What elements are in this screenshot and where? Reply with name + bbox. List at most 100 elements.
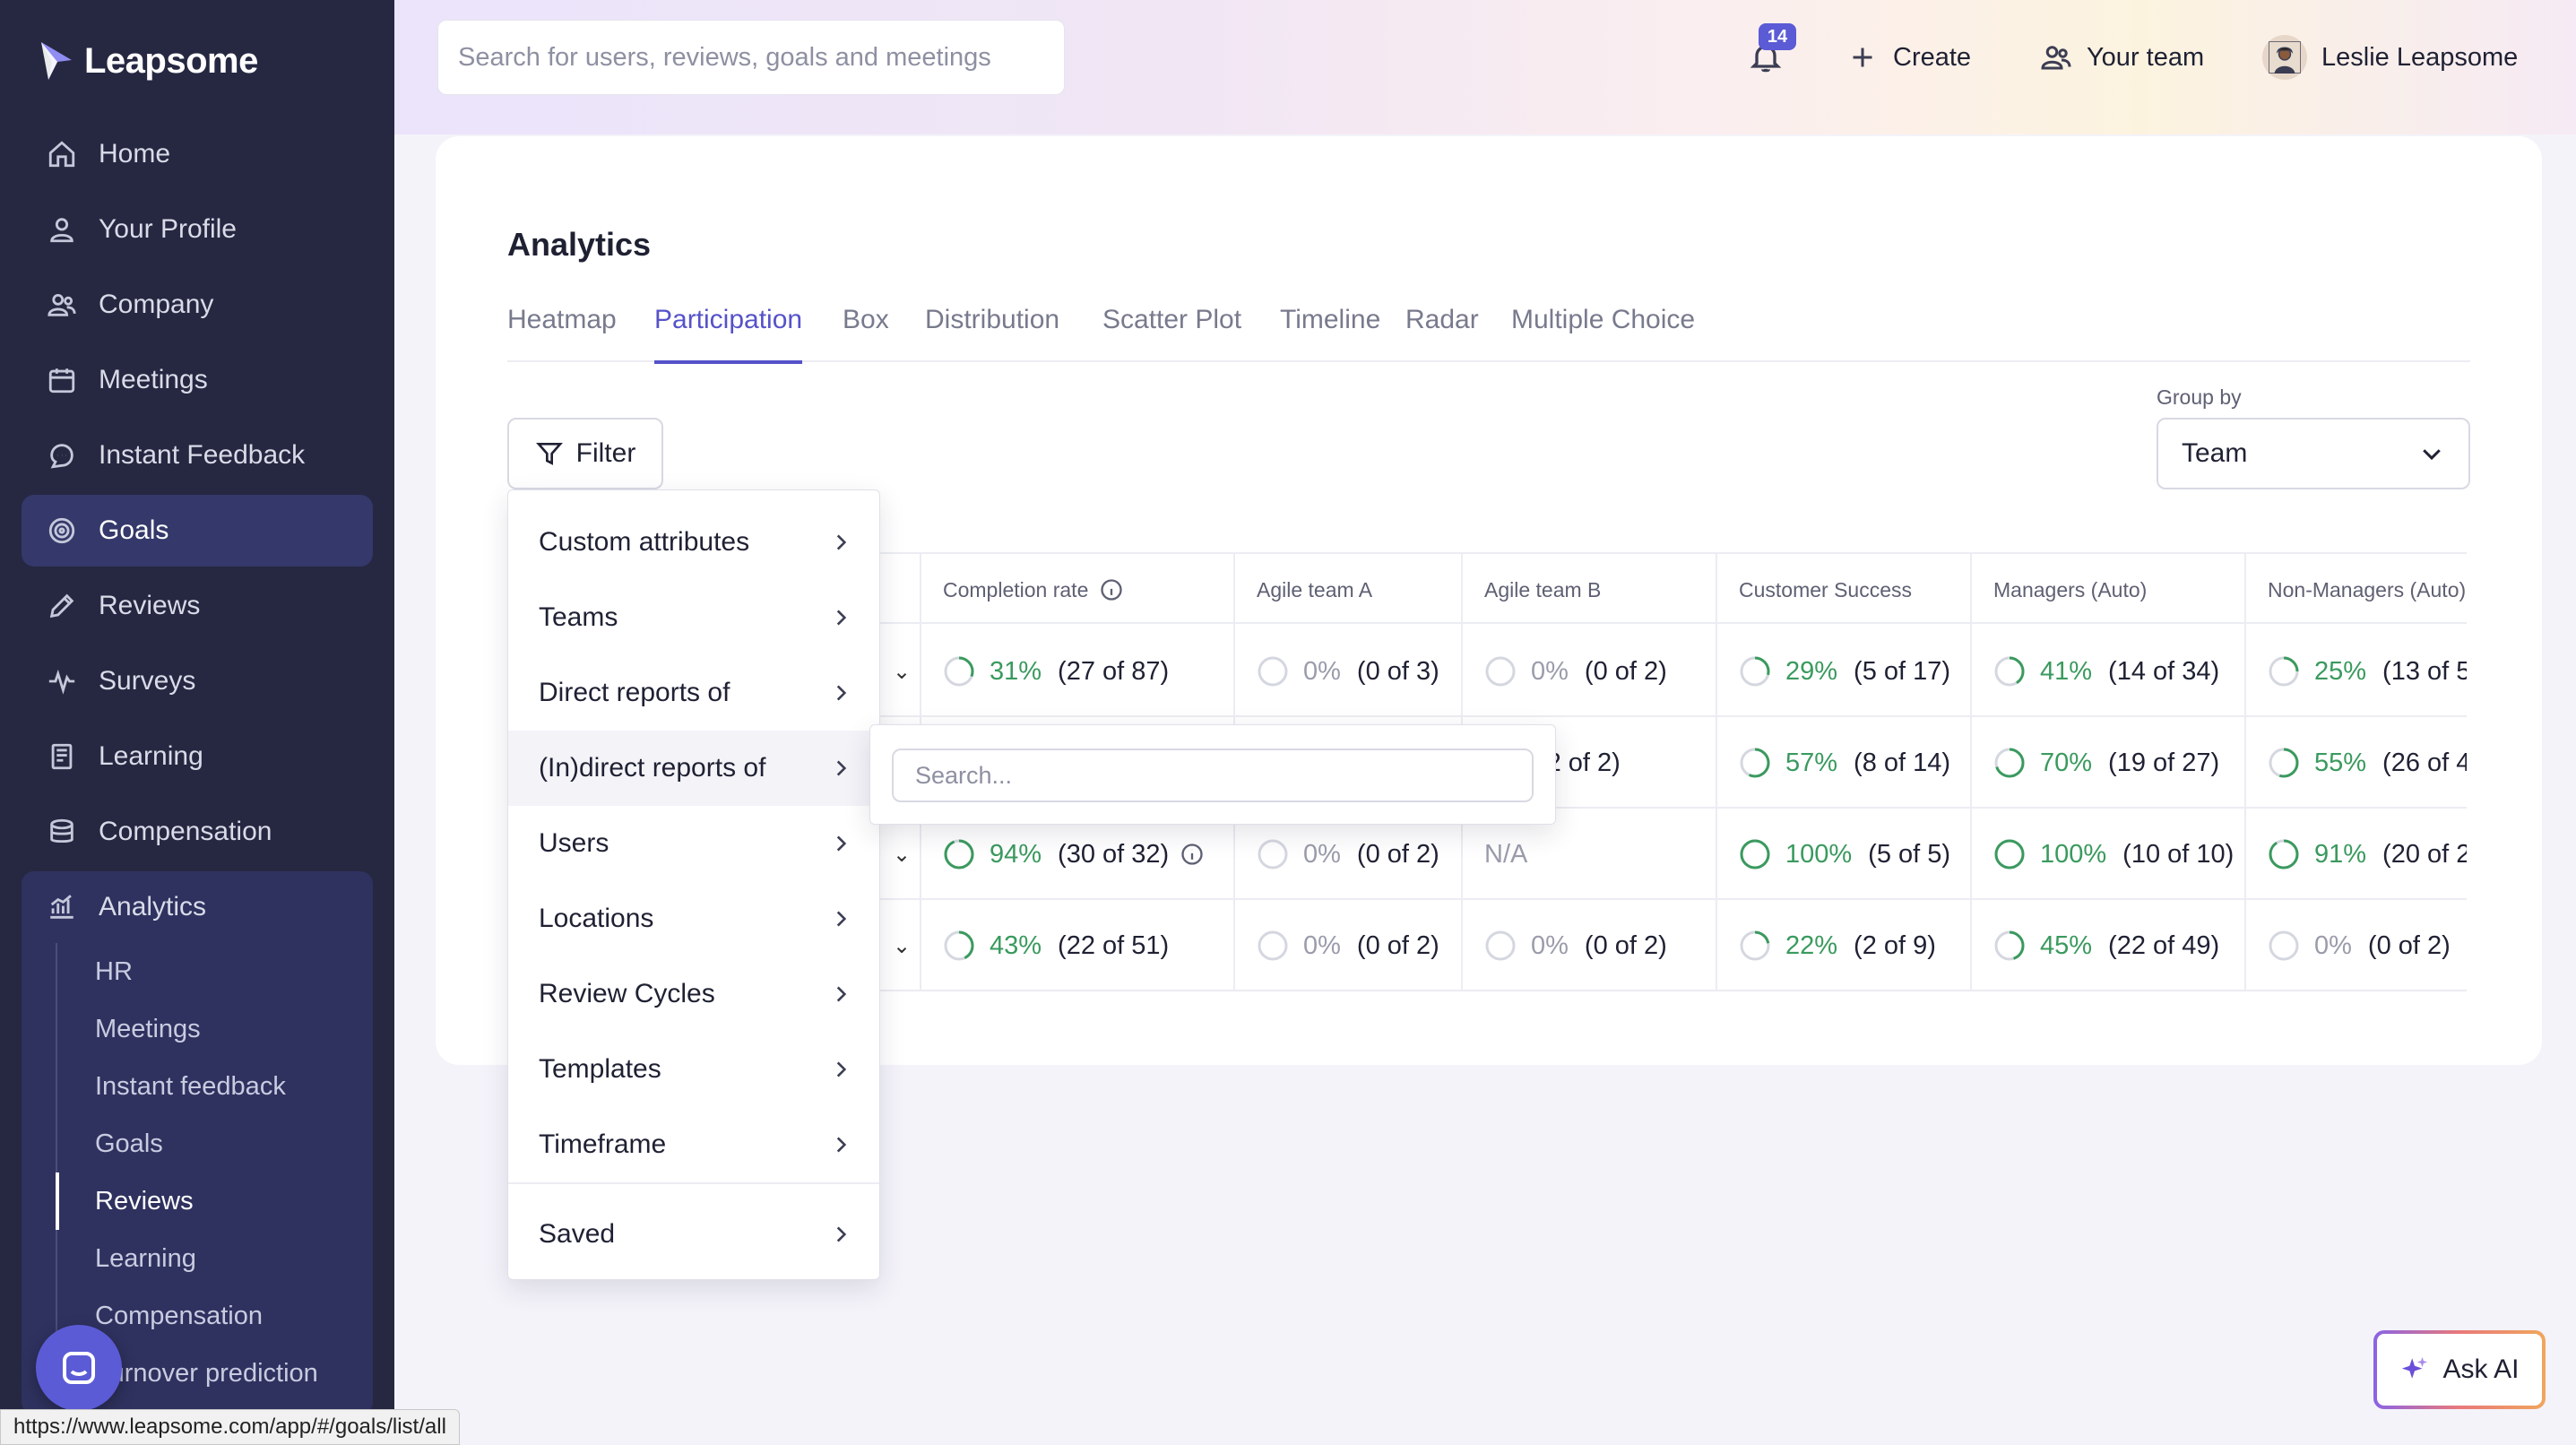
- tab-timeline[interactable]: Timeline: [1280, 298, 1380, 362]
- cell-count: (5 of 17): [1854, 656, 1951, 686]
- tab-heatmap[interactable]: Heatmap: [507, 298, 617, 362]
- sidebar-item-goals[interactable]: Goals: [22, 495, 373, 567]
- cell-percent: 0%: [1531, 656, 1569, 686]
- sidebar-item-analytics[interactable]: Analytics: [22, 871, 373, 943]
- support-chat-button[interactable]: [36, 1325, 122, 1411]
- filter-menu-item-in-direct-reports-of[interactable]: (In)direct reports of: [508, 731, 879, 806]
- subnav-item-hr[interactable]: HR: [57, 943, 373, 1000]
- sidebar-item-company[interactable]: Company: [22, 269, 373, 341]
- menu-item-label: Review Cycles: [539, 979, 715, 1008]
- cell-na: N/A: [1484, 839, 1528, 869]
- table-cell: 0% (0 of 2): [1233, 900, 1461, 991]
- progress-ring-icon: [2269, 839, 2299, 870]
- analytics-tabs: Heatmap Participation Box Distribution S…: [507, 298, 2470, 364]
- subnav-item-learning[interactable]: Learning: [57, 1230, 373, 1287]
- filter-dropdown-menu: Custom attributes Teams Direct reports of (…: [507, 489, 880, 1280]
- cell-count: (0 of 3): [1356, 656, 1439, 686]
- filter-menu-item-direct-reports-of[interactable]: Direct reports of: [508, 655, 879, 731]
- cell-percent: 100%: [1785, 839, 1853, 869]
- sidebar-item-meetings[interactable]: Meetings: [22, 344, 373, 416]
- info-icon[interactable]: [1180, 842, 1205, 867]
- logo[interactable]: Leapsome: [39, 36, 258, 86]
- filter-menu-item-custom-attributes[interactable]: Custom attributes: [508, 505, 879, 580]
- column-header-managers-auto[interactable]: Managers (Auto): [1970, 554, 2244, 626]
- column-header-completion-rate[interactable]: Completion rate: [920, 554, 1233, 626]
- sidebar-item-your-profile[interactable]: Your Profile: [22, 194, 373, 265]
- column-header-agile-team-b[interactable]: Agile team B: [1461, 554, 1716, 626]
- chevron-right-icon: [836, 1226, 847, 1242]
- cell-count: (27 of 87): [1058, 656, 1170, 686]
- progress-ring-icon: [2269, 748, 2299, 778]
- progress-ring-icon: [1994, 930, 2025, 961]
- sidebar-item-compensation[interactable]: Compensation: [22, 796, 373, 868]
- ask-ai-button[interactable]: Ask AI: [2373, 1330, 2546, 1409]
- progress-ring-icon: [1994, 656, 2025, 687]
- chart-icon: [47, 892, 77, 922]
- global-search-input[interactable]: Search for users, reviews, goals and mee…: [437, 20, 1065, 95]
- progress-ring-icon: [1994, 748, 2025, 778]
- chevron-down-icon: [2423, 449, 2441, 461]
- indirect-reports-submenu: Search...: [869, 724, 1556, 825]
- team-icon: [2041, 46, 2071, 70]
- cell-percent: 94%: [990, 839, 1042, 869]
- cell-count: (8 of 14): [1854, 748, 1951, 777]
- menu-item-label: Teams: [539, 602, 618, 632]
- progress-ring-icon: [1740, 930, 1770, 961]
- sidebar-item-home[interactable]: Home: [22, 118, 373, 190]
- tab-radar[interactable]: Radar: [1405, 298, 1479, 362]
- tab-participation[interactable]: Participation: [654, 298, 803, 364]
- progress-ring-icon: [944, 656, 974, 687]
- tab-scatter-plot[interactable]: Scatter Plot: [1102, 298, 1241, 362]
- cell-count: (0 of 2): [1584, 930, 1667, 960]
- filter-menu-item-review-cycles[interactable]: Review Cycles: [508, 956, 879, 1032]
- sidebar-item-surveys[interactable]: Surveys: [22, 645, 373, 717]
- user-menu[interactable]: Leslie Leapsome: [2262, 35, 2518, 80]
- filter-menu-item-teams[interactable]: Teams: [508, 580, 879, 655]
- cell-count: (30 of 32): [1058, 839, 1170, 869]
- column-header-customer-success[interactable]: Customer Success: [1716, 554, 1970, 626]
- filter-menu-item-saved[interactable]: Saved: [508, 1197, 879, 1272]
- cell-count: (0 of 2): [1356, 930, 1439, 960]
- create-button[interactable]: Create: [1846, 36, 1971, 79]
- progress-ring-icon: [944, 839, 974, 870]
- subnav-item-goals[interactable]: Goals: [57, 1115, 373, 1172]
- tab-box[interactable]: Box: [843, 298, 889, 362]
- subnav-item-meetings[interactable]: Meetings: [57, 1000, 373, 1058]
- tab-multiple-choice[interactable]: Multiple Choice: [1511, 298, 1695, 362]
- subnav-item-instant-feedback[interactable]: Instant feedback: [57, 1058, 373, 1115]
- progress-ring-icon: [1485, 656, 1516, 687]
- sidebar-item-label: Reviews: [99, 591, 201, 620]
- top-bar: Search for users, reviews, goals and mee…: [394, 0, 2576, 134]
- filter-menu-item-templates[interactable]: Templates: [508, 1032, 879, 1107]
- book-icon: [47, 741, 77, 772]
- sidebar-item-instant-feedback[interactable]: Instant Feedback: [22, 420, 373, 491]
- submenu-search-input[interactable]: Search...: [892, 748, 1534, 802]
- column-header-non-managers-auto[interactable]: Non-Managers (Auto): [2244, 554, 2467, 626]
- column-header-agile-team-a[interactable]: Agile team A: [1233, 554, 1461, 626]
- row-expand-icon[interactable]: ⌄: [893, 626, 911, 717]
- cell-percent: 29%: [1785, 656, 1838, 686]
- your-team-button[interactable]: Your team: [2040, 36, 2204, 79]
- progress-ring-icon: [1740, 839, 1770, 870]
- filter-menu-item-locations[interactable]: Locations: [508, 881, 879, 956]
- row-expand-icon[interactable]: ⌄: [893, 900, 911, 991]
- filter-menu-item-users[interactable]: Users: [508, 806, 879, 881]
- menu-item-label: Custom attributes: [539, 527, 750, 557]
- menu-item-label: Direct reports of: [539, 678, 730, 707]
- tab-distribution[interactable]: Distribution: [925, 298, 1059, 362]
- menu-item-label: Timeframe: [539, 1129, 667, 1159]
- subnav-item-reviews[interactable]: Reviews: [56, 1172, 373, 1230]
- create-label: Create: [1893, 42, 1972, 72]
- filter-button[interactable]: Filter: [507, 418, 663, 489]
- filter-menu-item-timeframe[interactable]: Timeframe: [508, 1107, 879, 1182]
- brand-name: Leapsome: [84, 40, 258, 81]
- info-icon[interactable]: [1099, 577, 1124, 602]
- cell-percent: 0%: [2314, 930, 2352, 960]
- sidebar-item-reviews[interactable]: Reviews: [22, 570, 373, 642]
- cell-count: (13 of 53: [2382, 656, 2467, 686]
- chevron-right-icon: [836, 534, 847, 550]
- cell-percent: 25%: [2314, 656, 2367, 686]
- sidebar-item-learning[interactable]: Learning: [22, 721, 373, 792]
- group-by-select[interactable]: Team: [2157, 418, 2470, 489]
- cell-count: (22 of 49): [2108, 930, 2220, 960]
